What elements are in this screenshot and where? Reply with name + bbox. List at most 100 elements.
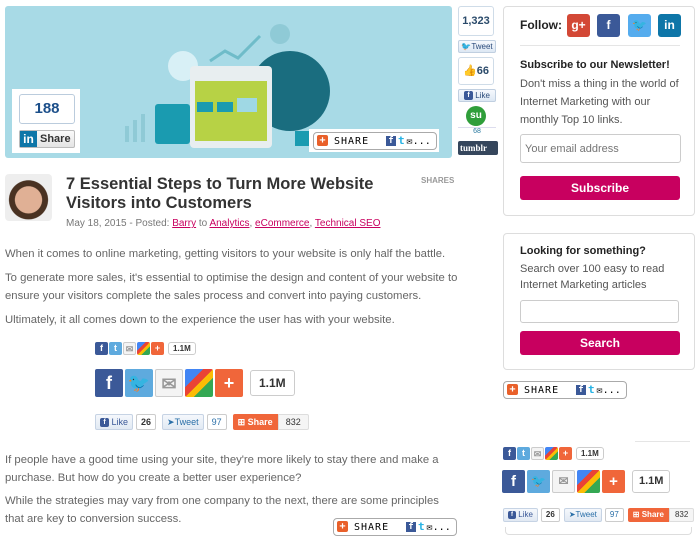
article-meta: May 18, 2015 - Posted: Barry to Analytic… xyxy=(66,218,381,229)
tweet-button[interactable]: ➤Tweet xyxy=(162,414,204,430)
tumblr-button[interactable]: tumblr xyxy=(458,141,498,155)
twitter-count: 1,323 xyxy=(458,6,494,36)
share-count: 1.1M xyxy=(250,370,295,396)
stumbleupon-count: 68 xyxy=(458,127,496,138)
share-count: 1.1M xyxy=(168,342,196,356)
sidebar-button-share-row: f Like 26 ➤Tweet 97 ⊞ Share 832 xyxy=(503,508,695,522)
email-share-icon[interactable]: ✉ xyxy=(531,447,544,461)
facebook-like-button[interactable]: f Like xyxy=(503,508,538,522)
twitter-icon[interactable]: t xyxy=(418,519,425,535)
search-button[interactable]: Search xyxy=(520,331,680,355)
email-input[interactable] xyxy=(520,134,681,163)
like-count: 26 xyxy=(540,508,560,522)
twitter-icon[interactable]: t xyxy=(398,133,405,149)
addthis-share-icon[interactable]: + xyxy=(602,470,625,493)
addthis-share-icon[interactable]: + xyxy=(151,342,164,356)
addthis-share-icon[interactable]: + xyxy=(559,447,572,461)
facebook-share-icon[interactable]: f xyxy=(95,342,108,356)
email-share-icon[interactable]: ✉ xyxy=(552,470,575,493)
share-button-count: 832 xyxy=(668,508,695,522)
linkedin-share-button[interactable]: in Share xyxy=(19,130,75,148)
button-share-row: f Like 26 ➤Tweet 97 ⊞ Share 832 xyxy=(95,414,309,430)
author-link[interactable]: Barry xyxy=(172,218,196,229)
tweet-count: 97 xyxy=(604,508,624,522)
stumbleupon-button[interactable]: su xyxy=(458,105,494,127)
facebook-like-count: 👍66 xyxy=(458,57,494,85)
twitter-share-icon[interactable]: 🐦 xyxy=(527,470,550,493)
newsletter-description: Don't miss a thing in the world of Inter… xyxy=(520,78,679,126)
search-description: Search over 100 easy to read Internet Ma… xyxy=(520,263,665,291)
article-paragraph: Ultimately, it all comes down to the exp… xyxy=(5,314,395,326)
twitter-bird-icon: ➤ xyxy=(167,417,175,427)
twitter-share-icon[interactable]: t xyxy=(517,447,530,461)
tweet-button[interactable]: 🐦Tweet xyxy=(458,40,496,53)
facebook-like-button[interactable]: f Like xyxy=(95,414,134,430)
sidebar-share-bar[interactable]: + SHARE f t ✉... xyxy=(503,381,627,399)
plus-icon: ⊞ xyxy=(632,510,642,519)
google-share-icon[interactable] xyxy=(185,369,213,397)
facebook-like-button[interactable]: f Like xyxy=(458,89,496,102)
sidebar-small-share-row: f t ✉ +1.1M xyxy=(503,445,604,463)
sidebar-widget-bottom xyxy=(505,527,692,535)
facebook-icon: f xyxy=(508,510,516,519)
share-button[interactable]: ⊞ Share xyxy=(232,414,278,430)
twitter-share-icon[interactable]: t xyxy=(109,342,122,356)
linkedin-icon: in xyxy=(20,131,37,147)
addthis-share-icon[interactable]: + xyxy=(215,369,243,397)
share-count: 1.1M xyxy=(632,470,671,493)
category-link[interactable]: Analytics xyxy=(209,218,249,229)
addthis-plus-icon: + xyxy=(317,135,328,146)
google-plus-follow-icon[interactable]: g+ xyxy=(567,14,590,37)
large-share-row: f 🐦 ✉ +1.1M xyxy=(95,369,295,397)
like-count: 26 xyxy=(136,414,157,430)
share-button-count: 832 xyxy=(277,414,309,430)
tweet-count: 97 xyxy=(206,414,227,430)
google-share-icon[interactable] xyxy=(545,447,558,461)
addthis-plus-icon: + xyxy=(337,521,348,532)
facebook-share-icon[interactable]: f xyxy=(503,447,516,461)
category-link[interactable]: eCommerce xyxy=(255,218,309,229)
twitter-bird-icon: 🐦 xyxy=(461,42,472,51)
small-share-row: f t ✉ +1.1M xyxy=(95,340,196,358)
twitter-icon[interactable]: t xyxy=(588,382,595,398)
thumbs-up-icon: 👍 xyxy=(463,65,477,77)
facebook-follow-icon[interactable]: f xyxy=(597,14,620,37)
email-share-icon[interactable]: ✉ xyxy=(123,342,136,356)
facebook-icon[interactable]: f xyxy=(576,385,586,395)
divider xyxy=(635,441,690,442)
facebook-icon: f xyxy=(464,91,474,101)
category-link[interactable]: Technical SEO xyxy=(315,218,381,229)
linkedin-follow-icon[interactable]: in xyxy=(658,14,681,37)
twitter-bird-icon: ➤ xyxy=(568,510,576,519)
facebook-share-icon[interactable]: f xyxy=(95,369,123,397)
linkedin-share-count: 188 xyxy=(19,94,75,124)
twitter-share-icon[interactable]: 🐦 xyxy=(125,369,153,397)
email-share-icon[interactable]: ✉ xyxy=(155,369,183,397)
article-share-bar[interactable]: + SHARE f t ✉... xyxy=(333,518,457,536)
vertical-share-column: 1,323 🐦Tweet 👍66 f Like su 68 tumblr xyxy=(458,6,498,155)
google-share-icon[interactable] xyxy=(137,342,150,356)
facebook-icon: f xyxy=(100,418,109,428)
hero-share-bar[interactable]: + SHARE f t ✉... xyxy=(313,132,437,150)
share-count: 1.1M xyxy=(576,447,604,461)
search-title: Looking for something? xyxy=(520,245,646,257)
plus-icon: ⊞ xyxy=(237,417,248,427)
author-avatar[interactable] xyxy=(5,174,52,221)
google-share-icon[interactable] xyxy=(577,470,600,493)
twitter-follow-icon[interactable]: 🐦 xyxy=(628,14,651,37)
stumbleupon-icon: su xyxy=(466,106,486,126)
tweet-button[interactable]: ➤Tweet xyxy=(563,508,602,522)
facebook-share-icon[interactable]: f xyxy=(502,470,525,493)
article-paragraph: If people have a good time using your si… xyxy=(5,454,439,484)
share-button[interactable]: ⊞ Share xyxy=(627,508,669,522)
facebook-icon[interactable]: f xyxy=(406,522,416,532)
article-paragraph: To generate more sales, it's essential t… xyxy=(5,272,458,302)
subscribe-button[interactable]: Subscribe xyxy=(520,176,680,200)
search-input[interactable] xyxy=(520,300,679,323)
article-title[interactable]: 7 Essential Steps to Turn More Website V… xyxy=(66,175,406,213)
sidebar-large-share-row: f 🐦 ✉ +1.1M xyxy=(502,470,671,493)
follow-label: Follow: xyxy=(520,18,562,32)
shares-label: SHARES xyxy=(421,176,455,185)
facebook-icon[interactable]: f xyxy=(386,136,396,146)
addthis-plus-icon: + xyxy=(507,384,518,395)
